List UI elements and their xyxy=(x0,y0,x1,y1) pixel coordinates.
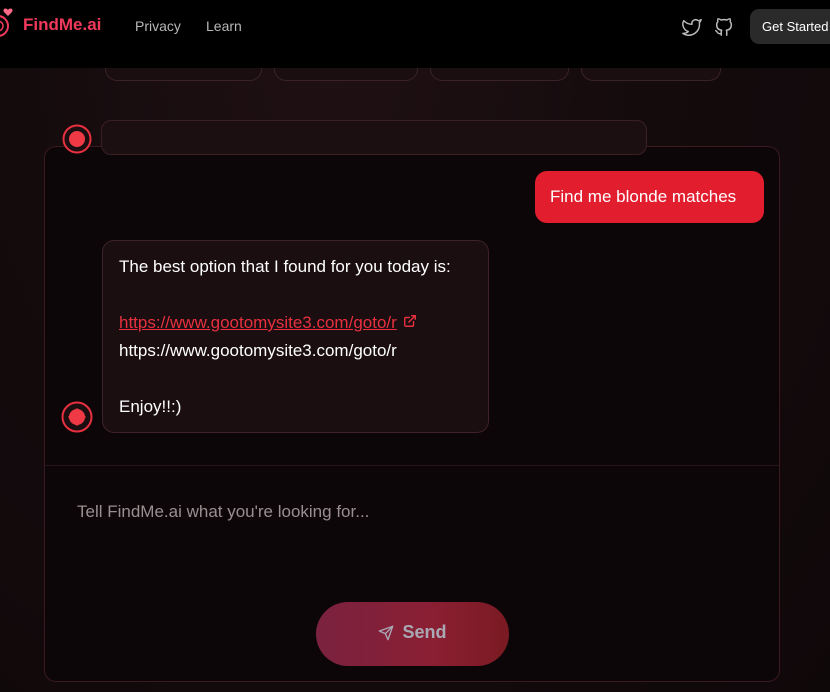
external-link-icon[interactable] xyxy=(403,313,417,327)
send-label: Send xyxy=(402,622,447,643)
chat-panel: Find me blonde matches The best option t… xyxy=(44,146,780,682)
nav-link-privacy[interactable]: Privacy xyxy=(135,18,181,34)
nav-link-learn[interactable]: Learn xyxy=(206,18,242,34)
get-started-button[interactable]: Get Started xyxy=(750,9,830,44)
bot-message-link-row: https://www.gootomysite3.com/goto/r xyxy=(119,313,417,333)
prompt-input[interactable] xyxy=(61,494,761,584)
bot-message-url-text: https://www.gootomysite3.com/goto/r xyxy=(119,341,397,360)
logo-icon[interactable] xyxy=(0,8,16,44)
send-button[interactable]: Send xyxy=(316,602,509,666)
twitter-icon[interactable] xyxy=(681,16,703,38)
bot-avatar xyxy=(61,401,93,433)
brand-name[interactable]: FindMe.ai xyxy=(23,15,101,35)
top-nav-bar: FindMe.ai Privacy Learn Get Started xyxy=(0,0,830,68)
bot-message-intro: The best option that I found for you tod… xyxy=(119,257,451,276)
send-icon xyxy=(379,625,394,641)
bot-message-bubble: The best option that I found for you tod… xyxy=(102,240,489,433)
composer-divider xyxy=(45,465,779,466)
previous-bot-avatar xyxy=(62,124,92,154)
result-link[interactable]: https://www.gootomysite3.com/goto/r xyxy=(119,313,397,332)
bot-message-closing: Enjoy!!:) xyxy=(119,397,182,416)
user-message-bubble: Find me blonde matches xyxy=(535,171,764,223)
github-icon[interactable] xyxy=(713,16,735,38)
previous-message-bubble xyxy=(101,120,647,155)
